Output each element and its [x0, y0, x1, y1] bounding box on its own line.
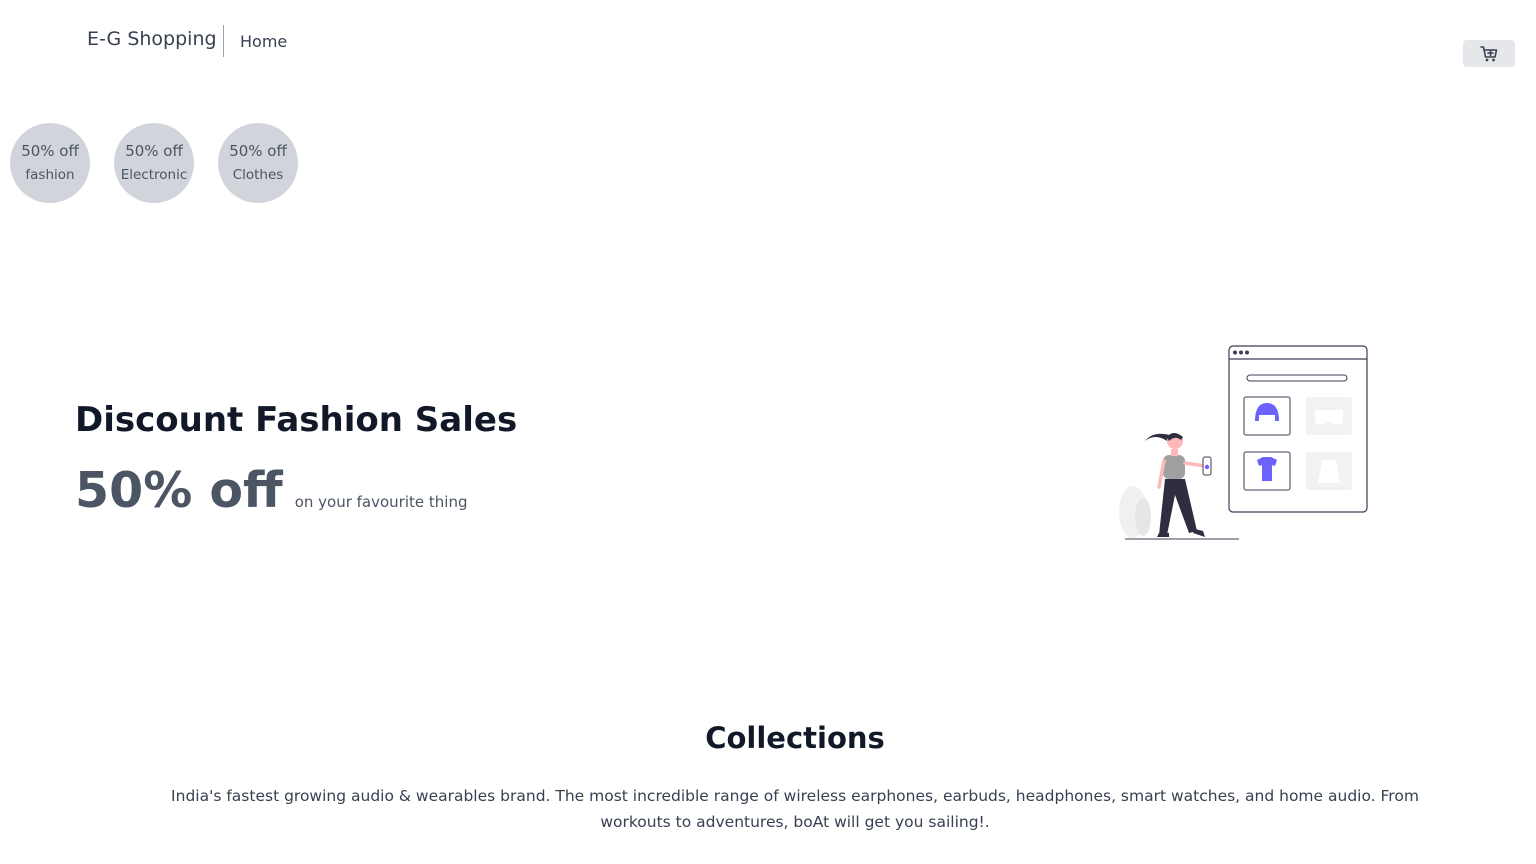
hero-offer-value: 50% off	[75, 462, 283, 519]
discount-category: fashion	[25, 166, 75, 183]
hero-offer: 50% off on your favourite thing	[75, 462, 467, 519]
discount-category: Electronic	[120, 166, 188, 183]
cart-plus-icon	[1480, 45, 1498, 61]
discount-circle-clothes[interactable]: 50% off Clothes	[218, 123, 298, 203]
discount-offer: 50% off	[21, 141, 79, 160]
online-shopping-illustration	[1119, 345, 1368, 540]
discount-circle-electronic[interactable]: 50% off Electronic	[114, 123, 194, 203]
discount-offer: 50% off	[229, 141, 287, 160]
discount-offer: 50% off	[125, 141, 183, 160]
cart-button[interactable]	[1463, 40, 1515, 67]
nav-divider	[223, 25, 224, 57]
hero-offer-subtext: on your favourite thing	[294, 493, 468, 511]
collections-title: Collections	[705, 721, 885, 755]
page: E-G Shopping Home 50% off fashion 50% of…	[0, 0, 1536, 864]
nav-home-link[interactable]: Home	[240, 32, 287, 51]
collections-description: India's fastest growing audio & wearable…	[171, 787, 1419, 831]
hero-title: Discount Fashion Sales	[75, 400, 518, 440]
brand-logo[interactable]: E-G Shopping	[87, 28, 217, 50]
discount-circle-fashion[interactable]: 50% off fashion	[10, 123, 90, 203]
discount-category: Clothes	[232, 166, 284, 183]
